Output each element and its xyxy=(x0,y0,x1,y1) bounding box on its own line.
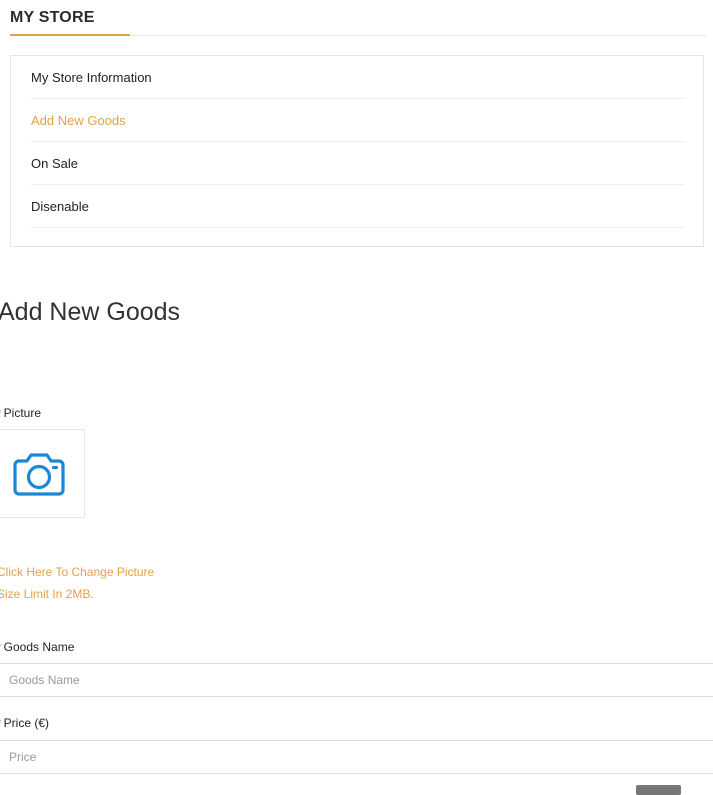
page-title: Add New Goods xyxy=(0,298,181,326)
required-mark: * xyxy=(0,716,2,730)
store-menu: My Store Information Add New Goods On Sa… xyxy=(10,55,704,247)
picture-label: *Picture xyxy=(0,406,41,420)
menu-item-add-new-goods[interactable]: Add New Goods xyxy=(31,99,685,142)
change-picture-link[interactable]: Click Here To Change Picture xyxy=(0,565,154,579)
goods-name-label: *Goods Name xyxy=(0,640,74,654)
submit-button[interactable] xyxy=(636,785,681,795)
title-underline xyxy=(10,34,130,36)
goods-name-label-text: Goods Name xyxy=(3,640,75,654)
price-label: *Price (€) xyxy=(0,716,49,730)
size-limit-note: Size Limit In 2MB. xyxy=(0,587,94,601)
menu-item-on-sale[interactable]: On Sale xyxy=(31,142,685,185)
menu-item-store-information[interactable]: My Store Information xyxy=(31,56,685,99)
menu-item-disenable[interactable]: Disenable xyxy=(31,185,685,228)
picture-label-text: Picture xyxy=(3,406,42,420)
goods-name-input[interactable] xyxy=(0,663,713,697)
store-title: MY STORE xyxy=(10,9,95,26)
store-header: MY STORE xyxy=(10,0,707,36)
price-label-text: Price (€) xyxy=(3,716,50,730)
required-mark: * xyxy=(0,406,2,420)
price-input[interactable] xyxy=(0,740,713,774)
required-mark: * xyxy=(0,640,2,654)
picture-upload[interactable] xyxy=(0,429,85,518)
camera-icon xyxy=(13,453,65,496)
